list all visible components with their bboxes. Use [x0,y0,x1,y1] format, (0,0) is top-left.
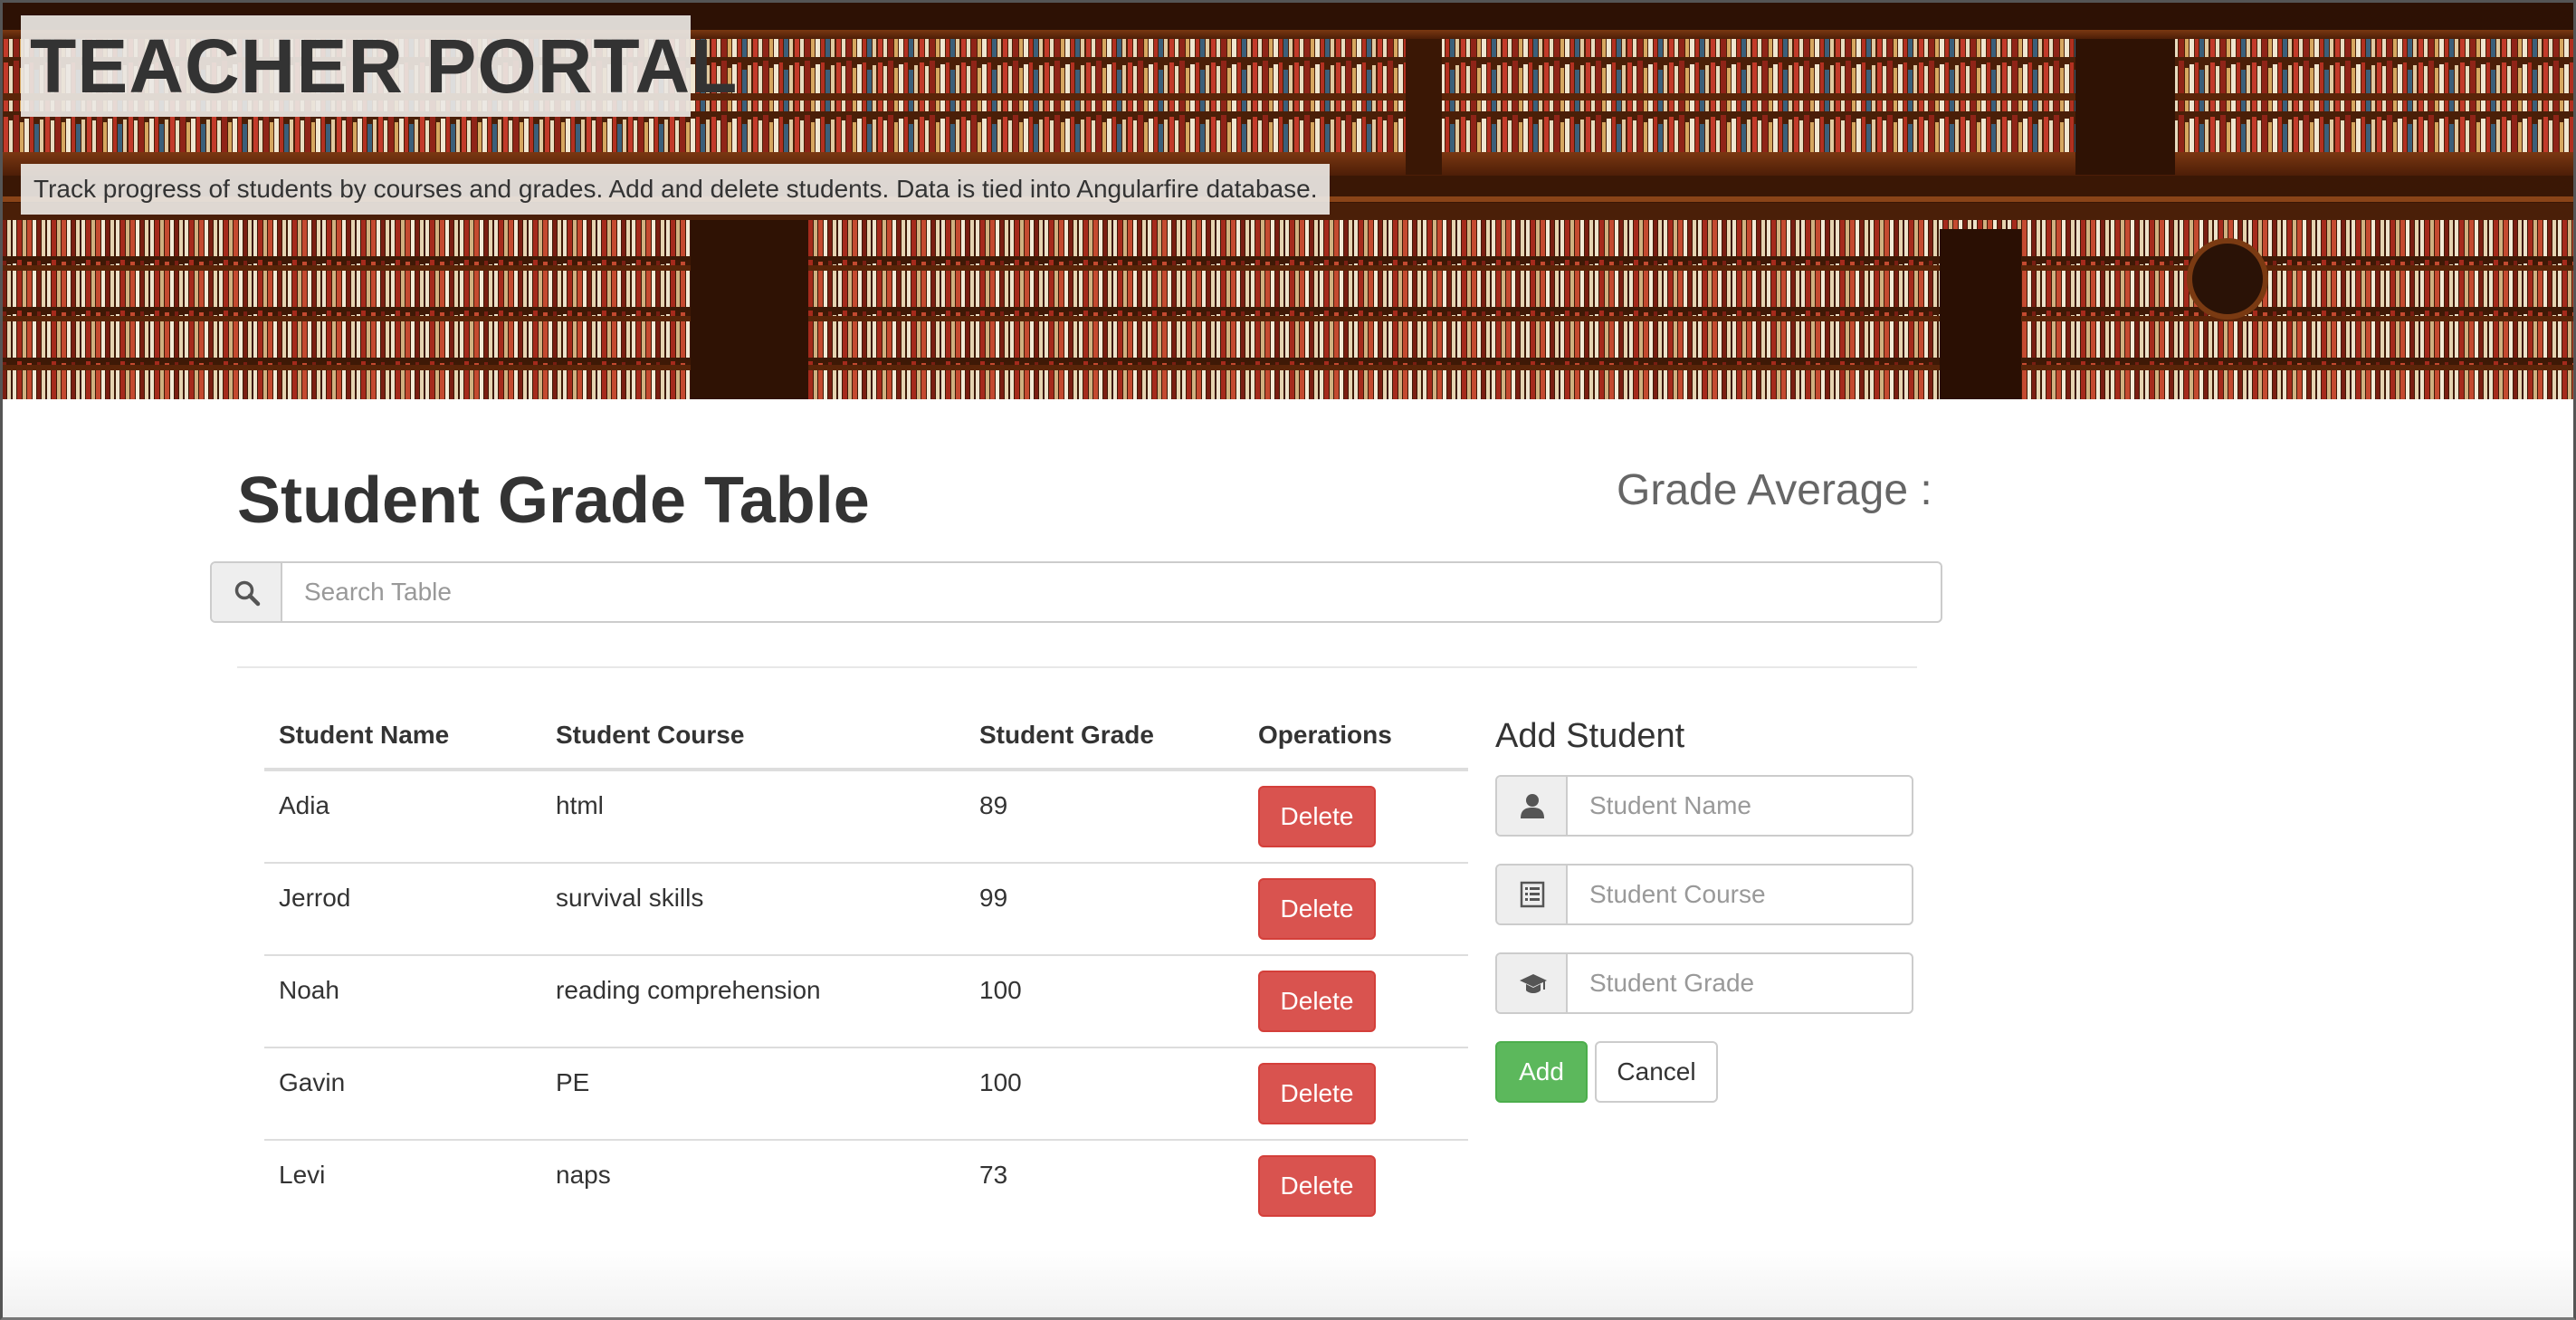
student-course-cell: naps [556,1161,611,1189]
table-row: Levi naps 73 Delete [264,1141,1468,1233]
student-course-cell: reading comprehension [556,976,821,1004]
field-addon [1497,866,1568,923]
page-title: Student Grade Table [237,464,870,537]
field-addon [1497,954,1568,1012]
student-grade-cell: 99 [979,884,1008,912]
table-header: Student Name Student Course Student Grad… [264,706,1468,771]
student-grade-input[interactable] [1569,954,1912,1012]
student-course-input[interactable] [1569,866,1912,923]
page-header-title: TEACHER PORTAL [30,24,739,109]
student-grade-cell: 100 [979,976,1022,1004]
table-row: Jerrod survival skills 99 Delete [264,864,1468,956]
user-icon [1521,794,1544,818]
page-footer-shade [3,1249,2573,1317]
student-name-cell: Adia [279,791,330,819]
student-name-input[interactable] [1569,777,1912,835]
student-grade-cell: 89 [979,791,1008,819]
student-name-cell: Gavin [279,1068,346,1096]
column-header-student-grade[interactable]: Student Grade [979,721,1154,750]
description-box: Track progress of students by courses an… [21,164,1330,215]
delete-button[interactable]: Delete [1258,971,1376,1032]
student-course-field [1495,864,1913,925]
header-banner: TEACHER PORTAL Track progress of student… [3,3,2573,399]
divider [237,666,1917,668]
graduation-cap-icon [1520,974,1547,993]
table-row: Noah reading comprehension 100 Delete [264,956,1468,1048]
search-icon [234,580,261,607]
search-input[interactable] [284,563,1941,621]
student-grade-cell: 73 [979,1161,1008,1189]
page-header-description: Track progress of students by courses an… [33,175,1318,203]
column-header-operations: Operations [1258,721,1392,749]
add-button[interactable]: Add [1495,1041,1588,1103]
delete-button[interactable]: Delete [1258,1063,1376,1124]
column-header-student-course[interactable]: Student Course [556,721,744,750]
student-grade-field [1495,952,1913,1014]
student-course-cell: html [556,791,604,819]
grade-average-label: Grade Average : [1617,466,1932,514]
search-addon [212,563,282,621]
cancel-button[interactable]: Cancel [1595,1041,1718,1103]
delete-button[interactable]: Delete [1258,1155,1376,1217]
student-name-cell: Jerrod [279,884,351,912]
student-name-cell: Levi [279,1161,326,1189]
student-grade-cell: 100 [979,1068,1022,1096]
delete-button[interactable]: Delete [1258,786,1376,847]
delete-button[interactable]: Delete [1258,878,1376,940]
list-icon [1520,881,1545,908]
column-header-student-name[interactable]: Student Name [279,721,449,750]
table-row: Adia html 89 Delete [264,771,1468,864]
student-name-cell: Noah [279,976,339,1004]
field-addon [1497,777,1568,835]
add-student-heading: Add Student [1495,717,1685,755]
student-course-cell: survival skills [556,884,704,912]
student-grade-table: Student Name Student Course Student Grad… [264,706,1468,1233]
table-row: Gavin PE 100 Delete [264,1048,1468,1141]
student-name-field [1495,775,1913,837]
search-group [210,561,1942,623]
title-box: TEACHER PORTAL [21,15,737,117]
student-course-cell: PE [556,1068,590,1096]
